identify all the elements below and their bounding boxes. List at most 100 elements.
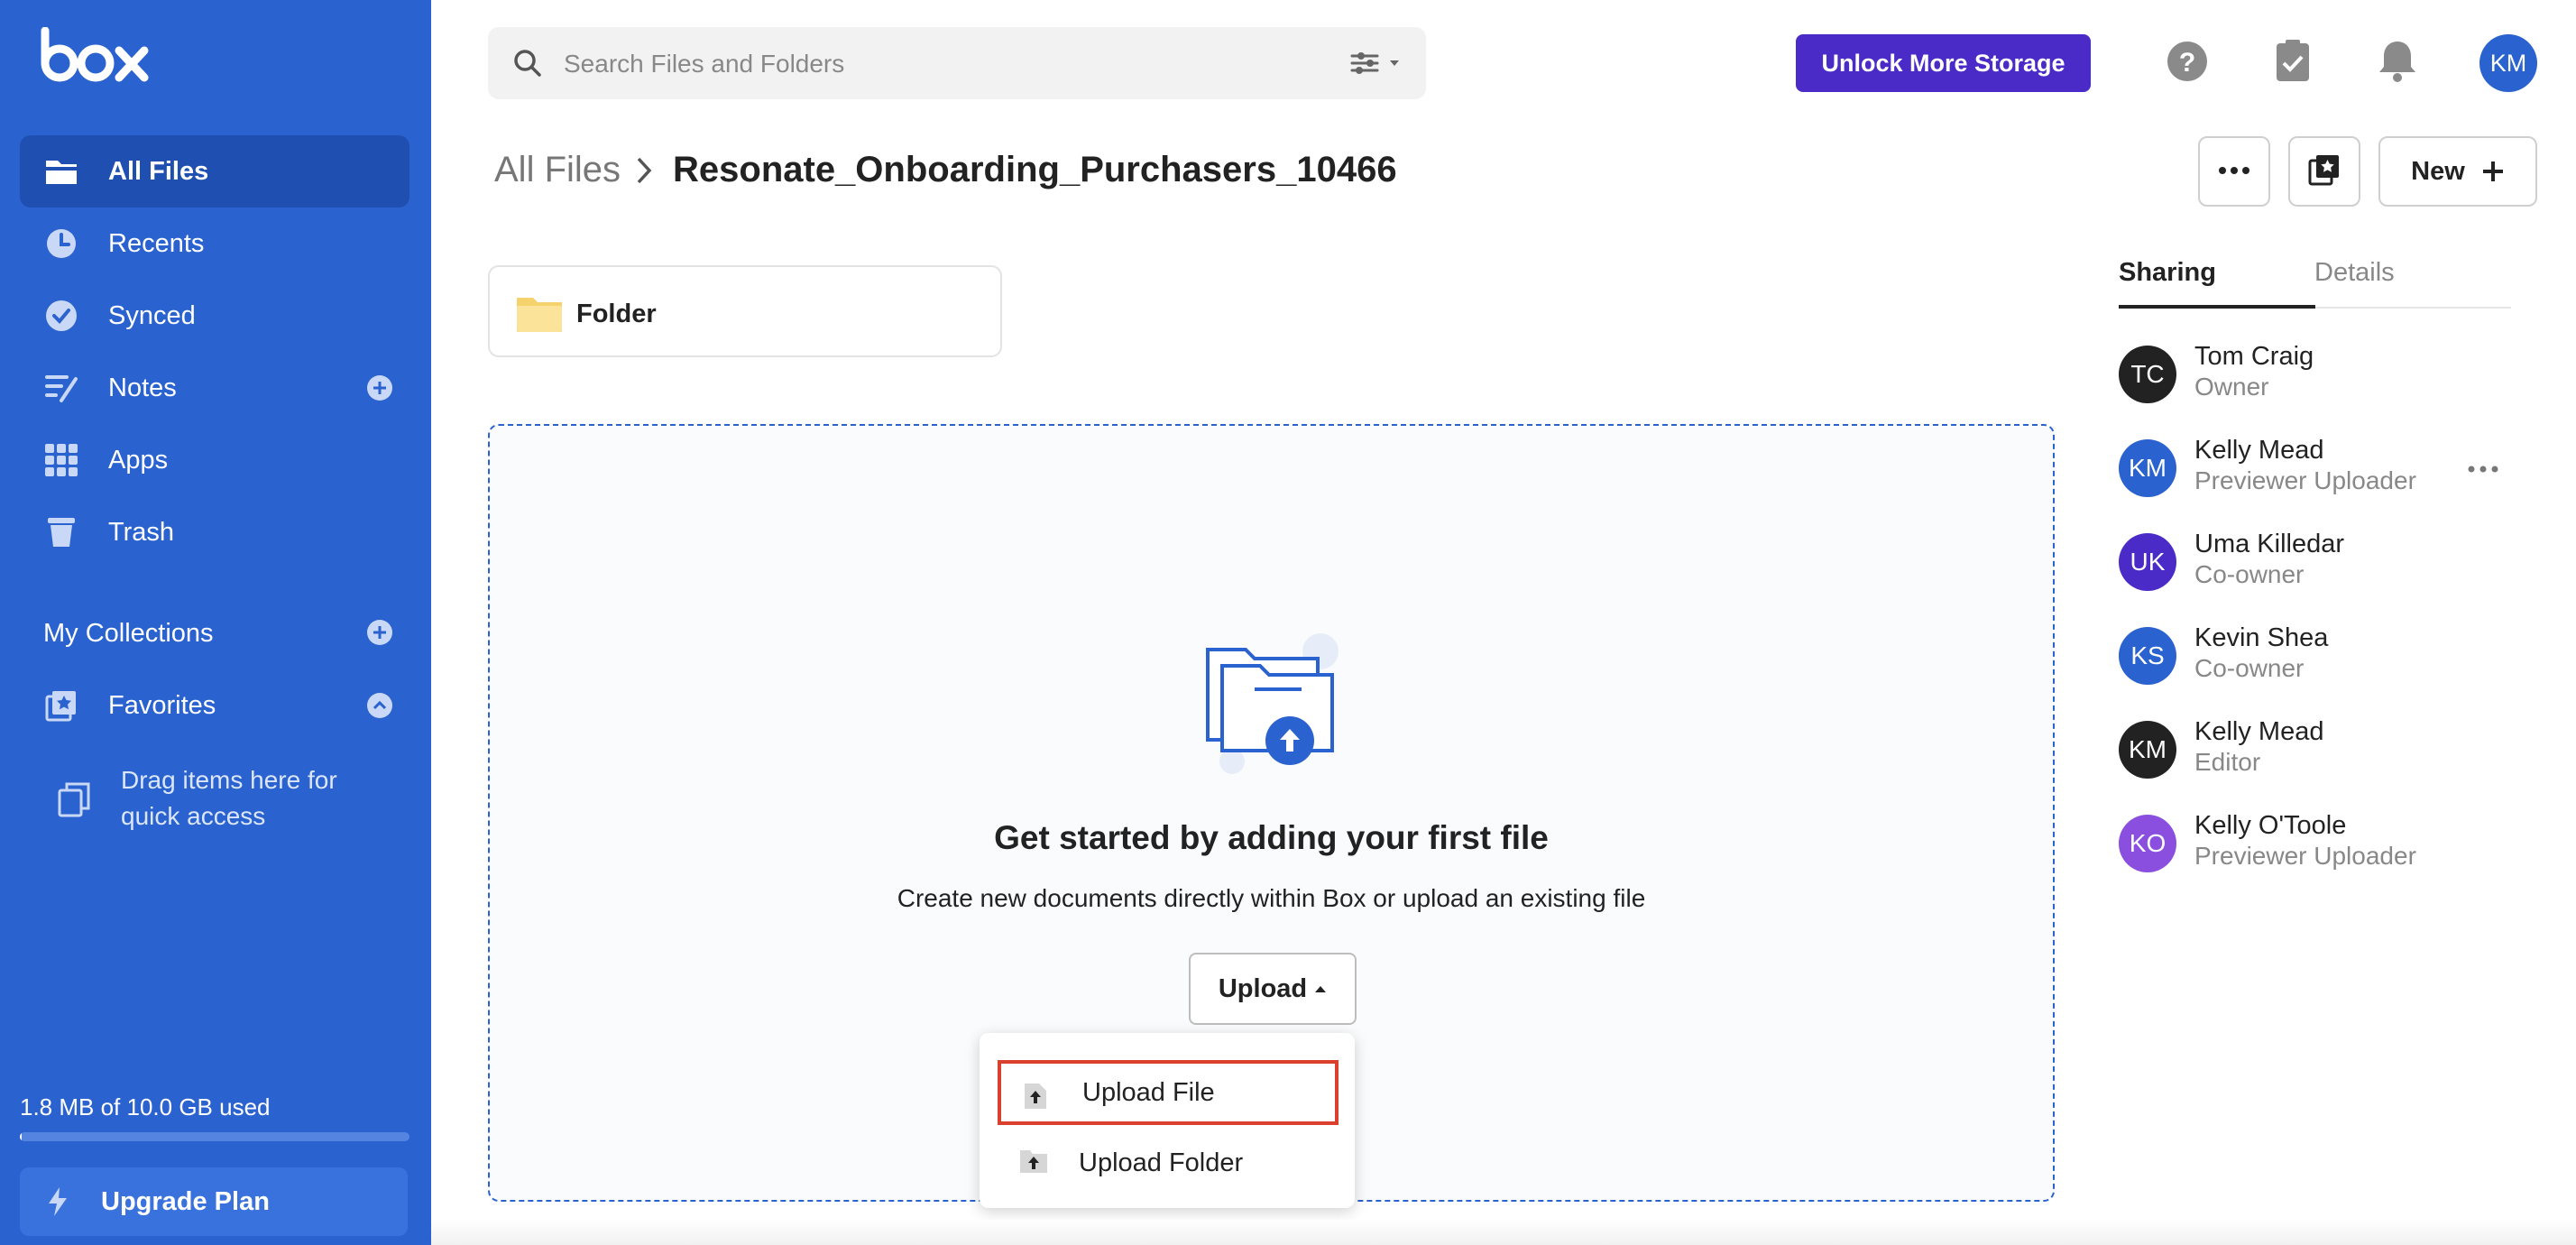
new-button[interactable]: New bbox=[2378, 136, 2537, 207]
collaborator-item[interactable]: KM Kelly Mead Editor bbox=[2119, 712, 2507, 784]
collaborator-role: Co-owner bbox=[2194, 560, 2305, 588]
folder-icon bbox=[515, 294, 564, 338]
collaborator-item[interactable]: TC Tom Craig Owner bbox=[2119, 337, 2507, 409]
upload-button[interactable]: Upload bbox=[1189, 953, 1357, 1025]
sidebar-item-favorites[interactable]: Favorites bbox=[20, 669, 409, 742]
clock-icon bbox=[43, 226, 79, 262]
collaborator-item[interactable]: KO Kelly O'Toole Previewer Uploader bbox=[2119, 806, 2507, 878]
upgrade-plan-button[interactable]: Upgrade Plan bbox=[20, 1167, 408, 1236]
sidebar-item-all-files[interactable]: All Files bbox=[20, 135, 409, 208]
drag-target-icon bbox=[58, 781, 90, 822]
folder-name: Folder bbox=[576, 300, 657, 328]
sidebar-item-synced[interactable]: Synced bbox=[20, 280, 409, 352]
menu-item-label: Upload Folder bbox=[1079, 1148, 1244, 1177]
collaborator-role: Editor bbox=[2194, 748, 2261, 776]
upload-folder-icon bbox=[1019, 1148, 1048, 1181]
collaborator-role: Previewer Uploader bbox=[2194, 842, 2416, 870]
collaborator-item[interactable]: KM Kelly Mead Previewer Uploader bbox=[2119, 430, 2507, 503]
folder-icon bbox=[43, 153, 79, 189]
tab-sharing[interactable]: Sharing bbox=[2119, 258, 2216, 288]
sidebar-item-recents[interactable]: Recents bbox=[20, 208, 409, 280]
collaborator-role: Owner bbox=[2194, 373, 2269, 401]
notes-icon bbox=[43, 370, 79, 406]
sidebar-item-label: Trash bbox=[108, 517, 175, 547]
breadcrumb-root[interactable]: All Files bbox=[494, 150, 621, 190]
notifications-bell-icon[interactable] bbox=[2372, 36, 2423, 87]
search-filter-icon[interactable] bbox=[1350, 51, 1404, 80]
collaborator-item[interactable]: UK Uma Killedar Co-owner bbox=[2119, 524, 2507, 596]
sidebar-item-label: Synced bbox=[108, 300, 196, 330]
empty-state-title: Get started by adding your first file bbox=[994, 819, 1549, 856]
user-avatar[interactable]: KM bbox=[2479, 34, 2537, 92]
breadcrumb-current-folder: Resonate_Onboarding_Purchasers_10466 bbox=[673, 150, 1397, 189]
apps-grid-icon bbox=[43, 442, 79, 478]
sidebar-item-apps[interactable]: Apps bbox=[20, 424, 409, 496]
trash-icon bbox=[43, 514, 79, 550]
collapse-favorites-icon[interactable] bbox=[366, 692, 393, 719]
tasks-clipboard-icon[interactable] bbox=[2268, 36, 2318, 87]
sidebar-item-label: Favorites bbox=[108, 690, 216, 720]
collaborator-avatar: KO bbox=[2119, 815, 2176, 872]
sidebar-item-notes[interactable]: Notes bbox=[20, 352, 409, 424]
upload-illustration-icon bbox=[1199, 632, 1352, 780]
add-note-icon[interactable] bbox=[366, 374, 393, 401]
plus-icon bbox=[2481, 160, 2505, 183]
collaborator-name: Uma Killedar bbox=[2194, 530, 2344, 558]
my-collections-label[interactable]: My Collections bbox=[43, 619, 214, 649]
storage-usage-fill bbox=[20, 1132, 23, 1141]
upgrade-plan-label: Upgrade Plan bbox=[101, 1186, 270, 1216]
storage-usage-text: 1.8 MB of 10.0 GB used bbox=[20, 1093, 271, 1120]
unlock-storage-button[interactable]: Unlock More Storage bbox=[1796, 34, 2091, 92]
box-logo[interactable] bbox=[40, 26, 152, 89]
collaborator-name: Kelly Mead bbox=[2194, 436, 2324, 465]
svg-text:?: ? bbox=[2179, 48, 2195, 78]
folder-item[interactable]: Folder bbox=[488, 265, 1002, 357]
collaborator-role: Co-owner bbox=[2194, 654, 2305, 682]
search-bar bbox=[488, 27, 1426, 101]
chevron-right-icon bbox=[635, 155, 653, 190]
search-icon bbox=[511, 47, 544, 84]
collaborator-item[interactable]: KS Kevin Shea Co-owner bbox=[2119, 618, 2507, 690]
collaborator-avatar: KS bbox=[2119, 627, 2176, 685]
empty-state-subtitle: Create new documents directly within Box… bbox=[897, 884, 1646, 912]
sidebar: All Files Recents Synced Notes Apps Tras… bbox=[0, 0, 431, 1245]
upload-folder-menu-item[interactable]: Upload Folder bbox=[998, 1130, 1339, 1195]
collaborator-name: Tom Craig bbox=[2194, 342, 2314, 371]
upload-file-menu-item[interactable]: Upload File bbox=[998, 1060, 1339, 1125]
upload-button-label: Upload bbox=[1218, 973, 1308, 1003]
check-circle-icon bbox=[43, 298, 79, 334]
more-dots-icon bbox=[2218, 163, 2250, 180]
add-collection-icon[interactable] bbox=[366, 619, 393, 646]
help-icon[interactable]: ? bbox=[2162, 36, 2213, 87]
sidebar-item-label: Recents bbox=[108, 228, 205, 258]
menu-item-label: Upload File bbox=[1082, 1077, 1215, 1107]
sidebar-item-label: Notes bbox=[108, 373, 177, 402]
favorites-star-icon bbox=[43, 687, 79, 724]
search-input[interactable] bbox=[562, 27, 1287, 101]
collaborator-name: Kelly O'Toole bbox=[2194, 811, 2347, 840]
active-tab-indicator bbox=[2119, 305, 2315, 309]
lightning-icon bbox=[47, 1187, 69, 1223]
collaborator-avatar: UK bbox=[2119, 533, 2176, 591]
more-options-button[interactable] bbox=[2198, 136, 2270, 207]
bottom-edge-shadow bbox=[431, 1220, 2576, 1245]
collaborator-avatar: KM bbox=[2119, 721, 2176, 779]
caret-up-icon bbox=[1314, 984, 1327, 993]
tab-details[interactable]: Details bbox=[2314, 258, 2395, 288]
upload-menu: Upload File Upload Folder bbox=[980, 1033, 1355, 1208]
add-to-collection-button[interactable] bbox=[2288, 136, 2360, 207]
collection-star-icon bbox=[2308, 153, 2341, 190]
collaborator-name: Kevin Shea bbox=[2194, 623, 2329, 652]
collaborator-avatar: KM bbox=[2119, 439, 2176, 497]
upload-file-icon bbox=[1023, 1082, 1048, 1118]
collaborator-more-icon[interactable] bbox=[2467, 462, 2499, 478]
sidebar-item-label: Apps bbox=[108, 445, 169, 475]
new-button-label: New bbox=[2411, 156, 2465, 186]
drag-hint-text: Drag items here for quick access bbox=[121, 766, 337, 830]
collaborator-name: Kelly Mead bbox=[2194, 717, 2324, 746]
sidebar-item-trash[interactable]: Trash bbox=[20, 496, 409, 568]
storage-usage-bar bbox=[20, 1132, 409, 1141]
sidebar-item-label: All Files bbox=[108, 156, 209, 186]
collaborator-avatar: TC bbox=[2119, 346, 2176, 403]
collaborator-role: Previewer Uploader bbox=[2194, 466, 2416, 494]
